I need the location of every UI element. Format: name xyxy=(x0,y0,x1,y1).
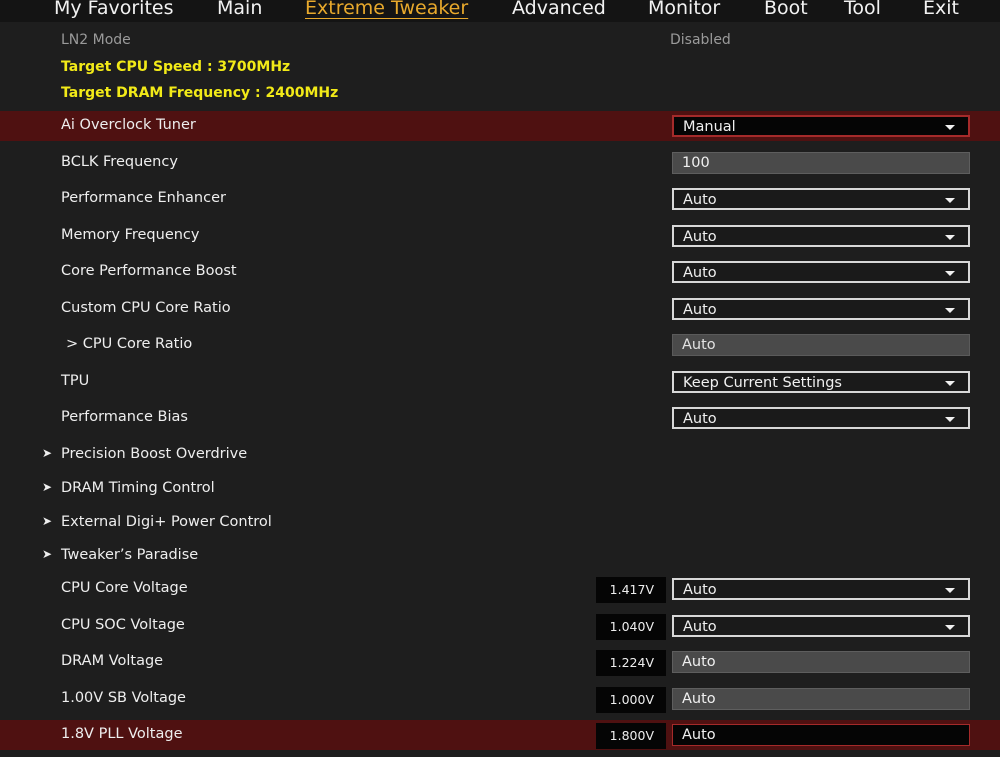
setting-cpu-core-ratio[interactable]: > CPU Core Ratio Auto xyxy=(0,330,1000,360)
caret-down-icon xyxy=(945,625,955,630)
setting-label: CPU SOC Voltage xyxy=(61,617,185,633)
setting-memory-frequency[interactable]: Memory Frequency Auto xyxy=(0,221,1000,251)
setting-label: CPU Core Voltage xyxy=(61,580,188,596)
caret-down-icon xyxy=(945,417,955,422)
bclk-frequency-input[interactable]: 100 xyxy=(672,152,970,174)
setting-label: 1.00V SB Voltage xyxy=(61,690,186,706)
setting-label: DRAM Voltage xyxy=(61,653,164,669)
voltage-reading: 1.000V xyxy=(596,687,666,713)
dropdown-value: Keep Current Settings xyxy=(683,375,842,391)
setting-bclk-frequency[interactable]: BCLK Frequency 100 xyxy=(0,148,1000,178)
dropdown-value: Auto xyxy=(683,411,717,427)
custom-cpu-core-ratio-dropdown[interactable]: Auto xyxy=(672,298,970,320)
caret-down-icon xyxy=(945,271,955,276)
dropdown-value: Auto xyxy=(683,302,717,318)
submenu-label: Precision Boost Overdrive xyxy=(61,446,248,462)
tab-monitor[interactable]: Monitor xyxy=(648,0,720,19)
setting-label: BCLK Frequency xyxy=(61,154,178,170)
setting-label: TPU xyxy=(61,373,90,389)
setting-label: Performance Bias xyxy=(61,409,188,425)
ln2-mode-label: LN2 Mode xyxy=(61,32,131,48)
performance-bias-dropdown[interactable]: Auto xyxy=(672,407,970,429)
submenu-arrow-icon: ➤ xyxy=(42,446,53,460)
setting-label: Custom CPU Core Ratio xyxy=(61,300,231,316)
ln2-mode-value: Disabled xyxy=(670,32,731,48)
submenu-precision-boost-overdrive[interactable]: ➤ Precision Boost Overdrive xyxy=(0,440,1000,470)
setting-custom-cpu-core-ratio[interactable]: Custom CPU Core Ratio Auto xyxy=(0,294,1000,324)
voltage-reading: 1.417V xyxy=(596,577,666,603)
input-value: Auto xyxy=(682,654,716,670)
pll-voltage-input[interactable]: Auto xyxy=(672,724,970,746)
tab-advanced[interactable]: Advanced xyxy=(512,0,606,19)
caret-down-icon xyxy=(945,235,955,240)
performance-enhancer-dropdown[interactable]: Auto xyxy=(672,188,970,210)
setting-dram-voltage[interactable]: DRAM Voltage 1.224V Auto xyxy=(0,647,1000,677)
voltage-reading: 1.800V xyxy=(596,723,666,749)
memory-frequency-dropdown[interactable]: Auto xyxy=(672,225,970,247)
caret-down-icon xyxy=(945,588,955,593)
target-dram-frequency: Target DRAM Frequency : 2400MHz xyxy=(61,85,339,101)
caret-down-icon xyxy=(945,308,955,313)
tab-main[interactable]: Main xyxy=(217,0,262,19)
cpu-core-voltage-dropdown[interactable]: Auto xyxy=(672,578,970,600)
submenu-arrow-icon: ➤ xyxy=(42,480,53,494)
setting-1v-sb-voltage[interactable]: 1.00V SB Voltage 1.000V Auto xyxy=(0,684,1000,714)
dram-voltage-input[interactable]: Auto xyxy=(672,651,970,673)
dropdown-value: Auto xyxy=(683,229,717,245)
submenu-tweakers-paradise[interactable]: ➤ Tweaker’s Paradise xyxy=(0,541,1000,571)
voltage-reading: 1.040V xyxy=(596,614,666,640)
setting-label: 1.8V PLL Voltage xyxy=(61,726,183,742)
setting-tpu[interactable]: TPU Keep Current Settings xyxy=(0,367,1000,397)
input-value: Auto xyxy=(682,691,716,707)
cpu-core-ratio-field[interactable]: Auto xyxy=(672,334,970,356)
setting-label: Performance Enhancer xyxy=(61,190,226,206)
target-cpu-speed: Target CPU Speed : 3700MHz xyxy=(61,59,291,75)
setting-ai-overclock-tuner[interactable]: Ai Overclock Tuner Manual xyxy=(0,111,1000,141)
setting-label: Memory Frequency xyxy=(61,227,200,243)
settings-panel: LN2 Mode Disabled Target CPU Speed : 370… xyxy=(0,22,1000,757)
submenu-label: External Digi+ Power Control xyxy=(61,514,272,530)
voltage-reading: 1.224V xyxy=(596,650,666,676)
setting-label: Ai Overclock Tuner xyxy=(61,117,196,133)
core-performance-boost-dropdown[interactable]: Auto xyxy=(672,261,970,283)
tab-exit[interactable]: Exit xyxy=(923,0,959,19)
setting-cpu-core-voltage[interactable]: CPU Core Voltage 1.417V Auto xyxy=(0,574,1000,604)
setting-performance-enhancer[interactable]: Performance Enhancer Auto xyxy=(0,184,1000,214)
sb-voltage-input[interactable]: Auto xyxy=(672,688,970,710)
caret-down-icon xyxy=(945,125,955,130)
dropdown-value: Auto xyxy=(683,192,717,208)
setting-core-performance-boost[interactable]: Core Performance Boost Auto xyxy=(0,257,1000,287)
setting-performance-bias[interactable]: Performance Bias Auto xyxy=(0,403,1000,433)
dropdown-value: Manual xyxy=(683,119,736,135)
setting-cpu-soc-voltage[interactable]: CPU SOC Voltage 1.040V Auto xyxy=(0,611,1000,641)
caret-down-icon xyxy=(945,381,955,386)
input-value: Auto xyxy=(682,727,716,743)
dropdown-value: Auto xyxy=(683,265,717,281)
tpu-dropdown[interactable]: Keep Current Settings xyxy=(672,371,970,393)
tab-boot[interactable]: Boot xyxy=(764,0,808,19)
submenu-label: Tweaker’s Paradise xyxy=(61,547,199,563)
top-navigation: My Favorites Main Extreme Tweaker Advanc… xyxy=(0,0,1000,22)
submenu-arrow-icon: ➤ xyxy=(42,547,53,561)
submenu-dram-timing-control[interactable]: ➤ DRAM Timing Control xyxy=(0,474,1000,504)
dropdown-value: Auto xyxy=(683,619,717,635)
cpu-soc-voltage-dropdown[interactable]: Auto xyxy=(672,615,970,637)
tab-tool[interactable]: Tool xyxy=(844,0,881,19)
submenu-external-digi-power-control[interactable]: ➤ External Digi+ Power Control xyxy=(0,508,1000,538)
ai-overclock-tuner-dropdown[interactable]: Manual xyxy=(672,115,970,137)
submenu-label: DRAM Timing Control xyxy=(61,480,215,496)
dropdown-value: Auto xyxy=(683,582,717,598)
tab-my-favorites[interactable]: My Favorites xyxy=(54,0,174,19)
caret-down-icon xyxy=(945,198,955,203)
field-value: Auto xyxy=(682,337,716,353)
setting-1-8v-pll-voltage[interactable]: 1.8V PLL Voltage 1.800V Auto xyxy=(0,720,1000,750)
setting-label: > CPU Core Ratio xyxy=(66,336,193,352)
tab-extreme-tweaker[interactable]: Extreme Tweaker xyxy=(305,0,468,19)
setting-label: Core Performance Boost xyxy=(61,263,237,279)
submenu-arrow-icon: ➤ xyxy=(42,514,53,528)
input-value: 100 xyxy=(682,155,710,171)
